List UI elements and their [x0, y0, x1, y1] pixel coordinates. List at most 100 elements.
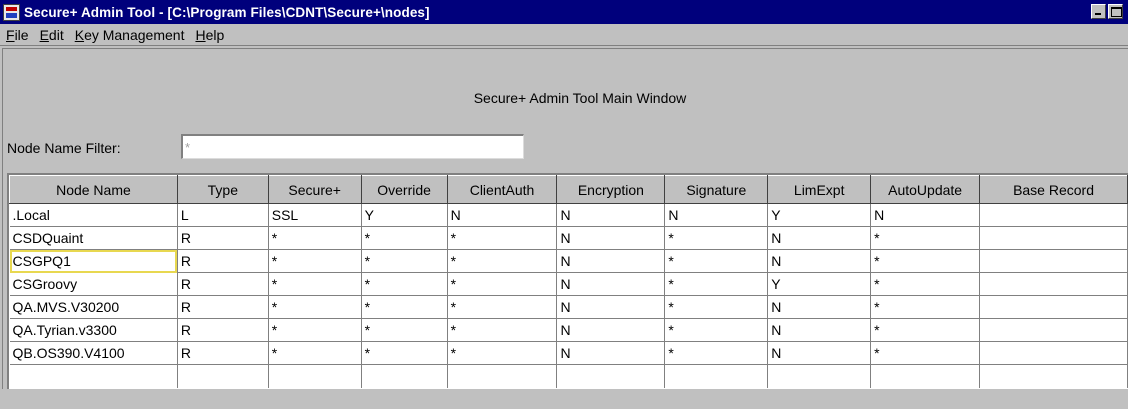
menu-key-management-accel: K — [74, 26, 85, 43]
table-cell[interactable]: CSDQuaint — [9, 226, 178, 250]
table-cell[interactable]: * — [361, 318, 448, 342]
column-header-autoupdate[interactable]: AutoUpdate — [870, 175, 981, 204]
table-cell[interactable]: * — [870, 295, 981, 319]
table-cell[interactable] — [979, 272, 1128, 296]
column-header-limexpt[interactable]: LimExpt — [767, 175, 872, 204]
table-cell[interactable] — [979, 249, 1128, 273]
app-icon[interactable] — [3, 3, 20, 21]
table-cell[interactable] — [979, 203, 1128, 227]
table-cell-empty — [361, 364, 448, 388]
table-cell[interactable] — [979, 295, 1128, 319]
table-cell[interactable] — [979, 226, 1128, 250]
column-header-type[interactable]: Type — [176, 175, 269, 204]
node-name-filter-input[interactable] — [181, 134, 524, 159]
table-cell[interactable]: * — [268, 295, 362, 319]
table-cell[interactable]: R — [177, 272, 269, 296]
table-cell[interactable]: * — [870, 341, 981, 365]
table-row[interactable]: QA.Tyrian.v3300 R * * * N * N * — [9, 318, 1128, 342]
table-cell[interactable]: N — [664, 203, 769, 227]
table-cell[interactable]: * — [664, 318, 769, 342]
table-cell[interactable]: Y — [361, 203, 448, 227]
column-header-signature[interactable]: Signature — [664, 175, 769, 204]
table-cell[interactable]: * — [664, 249, 769, 273]
table-cell[interactable]: R — [177, 295, 269, 319]
table-cell[interactable]: * — [664, 226, 769, 250]
table-cell[interactable]: N — [767, 318, 872, 342]
table-cell[interactable]: QA.Tyrian.v3300 — [9, 318, 178, 342]
table-cell[interactable]: * — [447, 341, 558, 365]
column-header-override[interactable]: Override — [360, 175, 448, 204]
table-cell[interactable]: * — [870, 226, 981, 250]
column-header-node-name[interactable]: Node Name — [9, 175, 178, 204]
table-cell[interactable]: CSGroovy — [9, 272, 178, 296]
table-cell[interactable]: * — [268, 318, 362, 342]
table-cell[interactable]: R — [177, 318, 269, 342]
table-cell[interactable]: N — [556, 203, 666, 227]
table-row[interactable]: QB.OS390.V4100 R * * * N * N * — [9, 341, 1128, 365]
table-cell[interactable]: * — [447, 272, 558, 296]
table-cell[interactable]: * — [664, 341, 769, 365]
table-cell[interactable]: * — [664, 272, 769, 296]
table-cell[interactable]: Y — [767, 203, 872, 227]
table-row[interactable]: .Local L SSL Y N N N Y N — [9, 203, 1128, 227]
table-cell[interactable]: N — [447, 203, 558, 227]
table-cell[interactable]: R — [177, 341, 269, 365]
table-cell[interactable]: N — [870, 203, 981, 227]
minimize-button[interactable] — [1091, 4, 1106, 19]
table-cell[interactable]: * — [447, 226, 558, 250]
table-cell[interactable]: N — [556, 272, 666, 296]
table-cell[interactable]: Y — [767, 272, 872, 296]
table-cell[interactable]: * — [268, 249, 362, 273]
table-row[interactable]: CSDQuaint R * * * N * N * — [9, 226, 1128, 250]
menu-key-management[interactable]: Key Management — [75, 27, 185, 43]
table-cell[interactable]: N — [767, 249, 872, 273]
table-cell[interactable] — [979, 341, 1128, 365]
table-cell[interactable]: * — [361, 341, 448, 365]
table-cell[interactable]: * — [361, 226, 448, 250]
table-row[interactable]: QA.MVS.V30200 R * * * N * N * — [9, 295, 1128, 319]
bottom-strip — [2, 389, 1128, 409]
table-cell[interactable]: SSL — [268, 203, 362, 227]
table-row[interactable]: CSGPQ1 R * * * N * N * — [9, 249, 1128, 273]
column-header-encryption[interactable]: Encryption — [556, 175, 666, 204]
table-cell[interactable]: * — [361, 249, 448, 273]
table-cell[interactable]: * — [870, 318, 981, 342]
menu-help[interactable]: Help — [195, 27, 224, 43]
table-cell[interactable]: N — [767, 226, 872, 250]
table-cell[interactable]: * — [268, 272, 362, 296]
table-cell[interactable]: N — [556, 341, 666, 365]
table-cell[interactable]: .Local — [9, 203, 178, 227]
table-cell[interactable]: N — [767, 295, 872, 319]
table-cell[interactable]: R — [177, 226, 269, 250]
table-cell[interactable]: * — [447, 318, 558, 342]
table-cell[interactable] — [979, 318, 1128, 342]
table-cell[interactable]: * — [664, 295, 769, 319]
table-cell[interactable]: QA.MVS.V30200 — [9, 295, 178, 319]
menu-file[interactable]: File — [6, 27, 29, 43]
table-cell[interactable]: R — [177, 249, 269, 273]
table-cell[interactable]: N — [767, 341, 872, 365]
table-cell[interactable]: * — [447, 249, 558, 273]
table-cell[interactable]: * — [268, 341, 362, 365]
table-cell[interactable]: * — [361, 272, 448, 296]
table-cell[interactable]: QB.OS390.V4100 — [9, 341, 178, 365]
table-cell[interactable]: * — [361, 295, 448, 319]
column-header-secure[interactable]: Secure+ — [267, 175, 362, 204]
table-row[interactable]: CSGroovy R * * * N * Y * — [9, 272, 1128, 296]
maximize-button[interactable] — [1108, 4, 1123, 19]
table-cell[interactable]: * — [870, 272, 981, 296]
column-header-base-record[interactable]: Base Record — [979, 175, 1128, 204]
table-cell[interactable]: * — [447, 295, 558, 319]
menu-bar: File Edit Key Management Help — [0, 24, 1128, 46]
menu-edit[interactable]: Edit — [40, 27, 64, 43]
table-cell[interactable]: N — [556, 318, 666, 342]
table-cell[interactable]: L — [177, 203, 269, 227]
table-cell[interactable]: N — [556, 226, 666, 250]
table-cell[interactable]: * — [268, 226, 362, 250]
table-cell[interactable]: * — [870, 249, 981, 273]
table-cell[interactable]: CSGPQ1 — [9, 249, 178, 273]
table-cell[interactable]: N — [556, 249, 666, 273]
table-cell[interactable]: N — [556, 295, 666, 319]
column-header-clientauth[interactable]: ClientAuth — [446, 175, 558, 204]
menu-file-label: ile — [14, 26, 29, 43]
